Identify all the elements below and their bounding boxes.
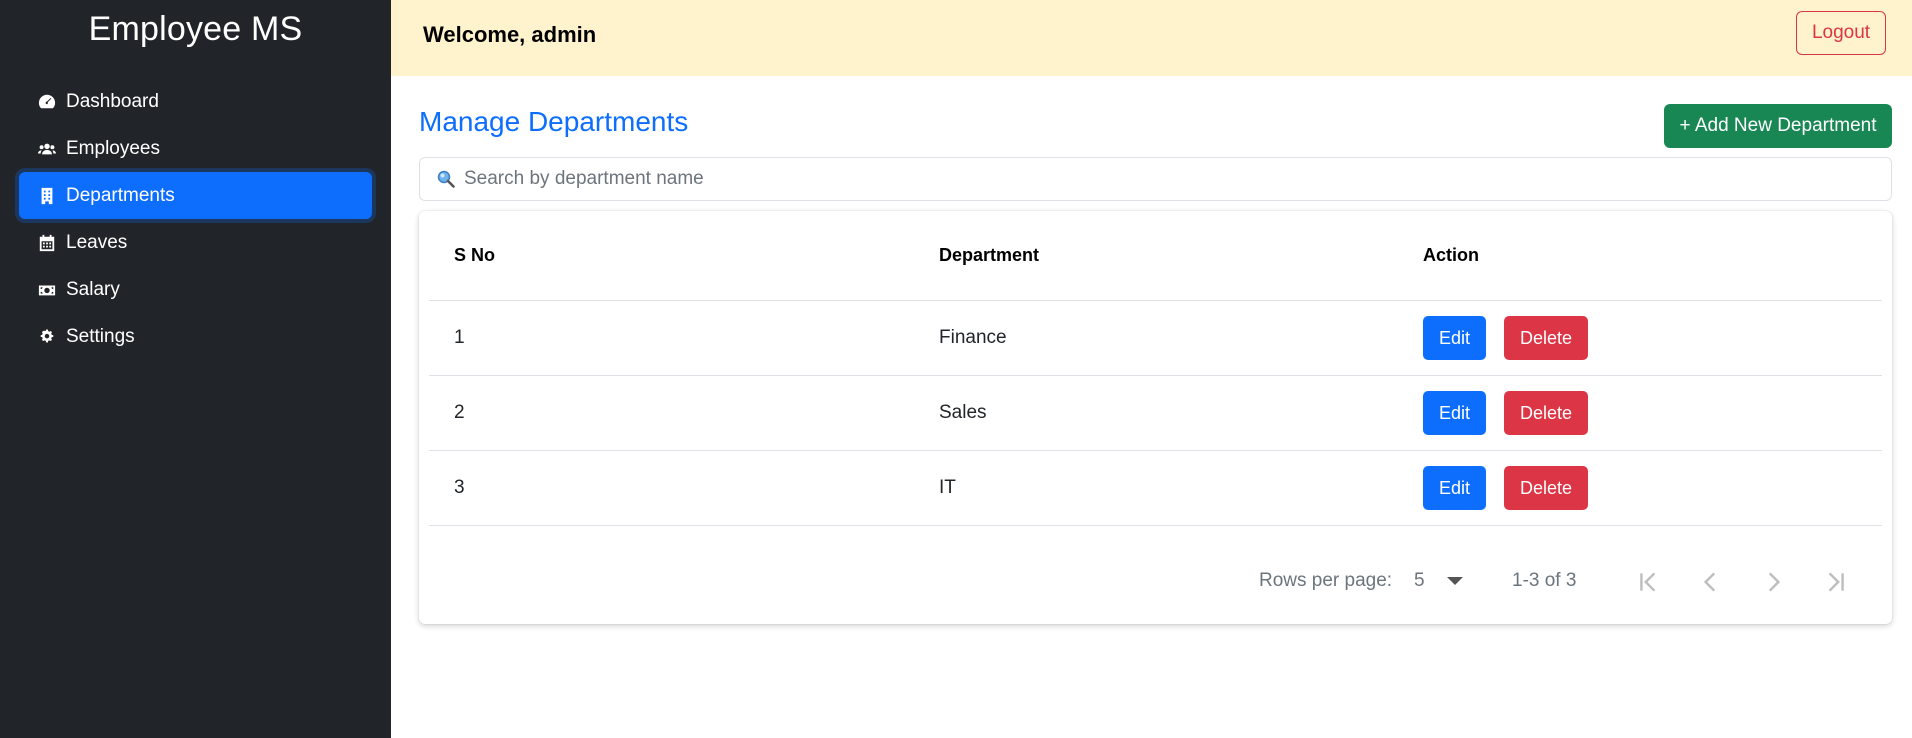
sidebar-nav: Dashboard Employees Departments Leaves S… xyxy=(19,78,372,360)
sidebar-item-dashboard[interactable]: Dashboard xyxy=(19,78,372,125)
sidebar-item-departments[interactable]: Departments xyxy=(19,172,372,219)
brand-title: Employee MS xyxy=(88,10,303,48)
first-page-button[interactable] xyxy=(1629,564,1669,600)
chevron-left-icon xyxy=(1703,572,1716,592)
building-icon xyxy=(37,186,57,206)
sidebar-item-salary[interactable]: Salary xyxy=(19,266,372,313)
delete-button[interactable]: Delete xyxy=(1504,466,1588,510)
sidebar-item-label: Settings xyxy=(66,325,135,347)
rows-per-page-label: Rows per page: xyxy=(1259,570,1393,591)
column-header-action: Action xyxy=(1423,245,1479,265)
delete-button[interactable]: Delete xyxy=(1504,391,1588,435)
table-row: 1 Finance Edit Delete xyxy=(429,301,1882,376)
row-actions: Edit Delete xyxy=(1423,316,1588,360)
add-department-button[interactable]: + Add New Department xyxy=(1664,104,1892,148)
first-page-icon xyxy=(1640,572,1656,592)
row-actions: Edit Delete xyxy=(1423,391,1588,435)
caret-down-icon xyxy=(1446,577,1463,585)
cell-sno: 1 xyxy=(454,327,465,348)
last-page-icon xyxy=(1828,572,1844,592)
departments-table-card: S No Department Action 1 Finance Edit De… xyxy=(419,211,1892,624)
sidebar-item-label: Dashboard xyxy=(66,90,159,112)
edit-button[interactable]: Edit xyxy=(1423,391,1486,435)
cell-sno: 3 xyxy=(454,477,465,498)
pagination-range: 1-3 of 3 xyxy=(1512,570,1577,591)
next-page-button[interactable] xyxy=(1753,564,1793,600)
sidebar-item-settings[interactable]: Settings xyxy=(19,313,372,360)
rows-per-page-select[interactable]: 5 xyxy=(1414,570,1463,592)
sidebar-item-employees[interactable]: Employees xyxy=(19,125,372,172)
table-row: 3 IT Edit Delete xyxy=(429,451,1882,526)
gear-icon xyxy=(37,327,57,347)
page-title: Manage Departments xyxy=(419,106,689,137)
rows-per-page-value: 5 xyxy=(1414,570,1425,591)
dashboard-icon xyxy=(37,92,57,112)
table-row: 2 Sales Edit Delete xyxy=(429,376,1882,451)
sidebar-item-label: Leaves xyxy=(66,231,128,253)
search-icon xyxy=(436,169,456,189)
edit-button[interactable]: Edit xyxy=(1423,466,1486,510)
departments-table: S No Department Action 1 Finance Edit De… xyxy=(429,211,1882,526)
sidebar: Employee MS Dashboard Employees Departme… xyxy=(0,0,391,738)
sidebar-item-label: Departments xyxy=(66,184,175,206)
column-header-sno: S No xyxy=(454,245,496,265)
delete-button[interactable]: Delete xyxy=(1504,316,1588,360)
cell-department: Finance xyxy=(939,327,1007,348)
sidebar-item-leaves[interactable]: Leaves xyxy=(19,219,372,266)
row-actions: Edit Delete xyxy=(1423,466,1588,510)
sidebar-item-label: Salary xyxy=(66,278,120,300)
cell-department: IT xyxy=(939,477,956,498)
cell-department: Sales xyxy=(939,402,987,423)
column-header-department: Department xyxy=(939,245,1040,265)
sidebar-item-label: Employees xyxy=(66,137,160,159)
pagination: Rows per page: 5 1-3 of 3 xyxy=(419,556,1892,606)
cell-sno: 2 xyxy=(454,402,465,423)
calendar-icon xyxy=(37,233,57,253)
welcome-text: Welcome, admin xyxy=(423,22,597,47)
users-icon xyxy=(37,139,57,159)
previous-page-button[interactable] xyxy=(1691,564,1731,600)
money-icon xyxy=(37,280,57,300)
last-page-button[interactable] xyxy=(1815,564,1855,600)
table-header: S No Department Action xyxy=(429,211,1882,301)
edit-button[interactable]: Edit xyxy=(1423,316,1486,360)
search-input[interactable] xyxy=(464,168,1864,190)
chevron-right-icon xyxy=(1768,572,1781,592)
search-box[interactable] xyxy=(419,157,1892,201)
top-bar: Welcome, admin Logout xyxy=(391,0,1912,76)
logout-button[interactable]: Logout xyxy=(1796,11,1886,55)
